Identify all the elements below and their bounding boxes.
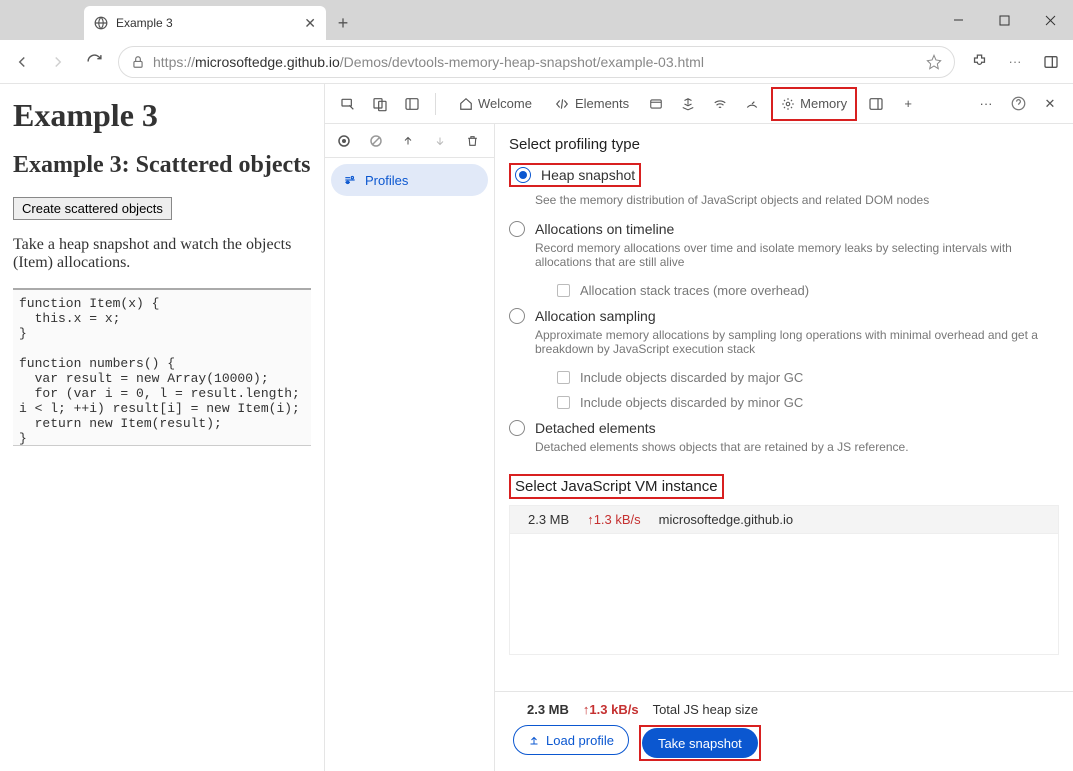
tab-memory[interactable]: Memory <box>771 87 857 121</box>
tab-network[interactable] <box>707 91 733 117</box>
profiling-type-heading: Select profiling type <box>509 136 1059 153</box>
vm-rate: ↑1.3 kB/s <box>587 512 640 527</box>
favorite-icon[interactable] <box>926 54 942 70</box>
sampling-desc: Approximate memory allocations by sampli… <box>535 328 1059 356</box>
record-icon[interactable] <box>335 132 353 150</box>
tab-application[interactable] <box>643 91 669 117</box>
devtools-panel: Welcome Elements Memory + ··· ✕ <box>325 84 1073 771</box>
devtools-more-icon[interactable]: ··· <box>973 91 999 117</box>
export-icon[interactable] <box>399 132 417 150</box>
import-icon <box>431 132 449 150</box>
minimize-button[interactable] <box>935 0 981 40</box>
radio-allocations-timeline[interactable]: Allocations on timeline <box>509 221 1059 237</box>
more-button[interactable]: ··· <box>1003 50 1027 74</box>
memory-main: Select profiling type Heap snapshot See … <box>495 124 1073 771</box>
vm-instance-row[interactable]: 2.3 MB ↑1.3 kB/s microsoftedge.github.io <box>510 506 1058 534</box>
page-content: Example 3 Example 3: Scattered objects C… <box>0 84 325 771</box>
close-tab-icon[interactable]: ✕ <box>304 15 316 32</box>
page-paragraph: Take a heap snapshot and watch the objec… <box>13 236 311 272</box>
footer-size: 2.3 MB <box>527 702 569 717</box>
titlebar: Example 3 ✕ + <box>0 0 1073 40</box>
vm-size: 2.3 MB <box>528 512 569 527</box>
take-snapshot-button[interactable]: Take snapshot <box>642 728 758 758</box>
radio-allocation-sampling[interactable]: Allocation sampling <box>509 308 1059 324</box>
close-devtools-icon[interactable]: ✕ <box>1037 91 1063 117</box>
extensions-button[interactable] <box>967 50 991 74</box>
tab-performance[interactable] <box>739 91 765 117</box>
dock-side-icon[interactable] <box>399 91 425 117</box>
chk-minor-gc[interactable]: Include objects discarded by minor GC <box>557 395 1059 410</box>
maximize-button[interactable] <box>981 0 1027 40</box>
refresh-button[interactable] <box>82 50 106 74</box>
globe-icon <box>94 16 108 30</box>
timeline-desc: Record memory allocations over time and … <box>535 241 1059 269</box>
code-block[interactable]: function Item(x) { this.x = x; } functio… <box>13 288 311 446</box>
lock-icon <box>131 55 145 69</box>
radio-heap-snapshot[interactable]: Heap snapshot <box>515 167 635 183</box>
detached-desc: Detached elements shows objects that are… <box>535 440 1059 454</box>
activity-bar-icon[interactable] <box>863 91 889 117</box>
load-profile-button[interactable]: Load profile <box>513 725 629 755</box>
tab-title: Example 3 <box>116 16 173 30</box>
device-emulation-icon[interactable] <box>367 91 393 117</box>
page-heading: Example 3 <box>13 97 311 134</box>
inspect-icon[interactable] <box>335 91 361 117</box>
tab-elements[interactable]: Elements <box>546 90 637 118</box>
forward-button <box>46 50 70 74</box>
back-button[interactable] <box>10 50 34 74</box>
profiles-label: Profiles <box>365 173 408 188</box>
address-bar[interactable]: https://microsoftedge.github.io/Demos/de… <box>118 46 955 78</box>
close-window-button[interactable] <box>1027 0 1073 40</box>
heap-snapshot-desc: See the memory distribution of JavaScrip… <box>535 193 1059 207</box>
url-text: https://microsoftedge.github.io/Demos/de… <box>153 54 918 70</box>
chk-major-gc[interactable]: Include objects discarded by major GC <box>557 370 1059 385</box>
window-controls <box>935 0 1073 40</box>
sidebar-toggle-button[interactable] <box>1039 50 1063 74</box>
browser-tab[interactable]: Example 3 ✕ <box>84 6 326 40</box>
sidebar-item-profiles[interactable]: Profiles <box>331 164 488 196</box>
new-tab-button[interactable]: + <box>326 6 360 40</box>
devtools-tabbar: Welcome Elements Memory + ··· ✕ <box>325 84 1073 124</box>
vm-host: microsoftedge.github.io <box>659 512 793 527</box>
clear-icon[interactable] <box>367 132 385 150</box>
tab-welcome[interactable]: Welcome <box>451 90 540 118</box>
more-tabs-button[interactable]: + <box>895 91 921 117</box>
memory-footer: 2.3 MB ↑1.3 kB/s Total JS heap size Load… <box>495 691 1073 771</box>
help-icon[interactable] <box>1005 91 1031 117</box>
vm-instance-list: 2.3 MB ↑1.3 kB/s microsoftedge.github.io <box>509 505 1059 655</box>
create-objects-button[interactable]: Create scattered objects <box>13 197 172 220</box>
profiles-toolbar <box>325 124 494 158</box>
delete-icon[interactable] <box>463 132 481 150</box>
radio-detached-elements[interactable]: Detached elements <box>509 420 1059 436</box>
page-subheading: Example 3: Scattered objects <box>13 152 311 179</box>
address-bar-row: https://microsoftedge.github.io/Demos/de… <box>0 40 1073 84</box>
footer-rate: ↑1.3 kB/s <box>583 702 639 717</box>
vm-instance-heading: Select JavaScript VM instance <box>515 478 718 495</box>
memory-sidebar: Profiles <box>325 124 495 771</box>
tab-sources[interactable] <box>675 91 701 117</box>
chk-stack-traces[interactable]: Allocation stack traces (more overhead) <box>557 283 1059 298</box>
footer-label: Total JS heap size <box>653 702 759 717</box>
